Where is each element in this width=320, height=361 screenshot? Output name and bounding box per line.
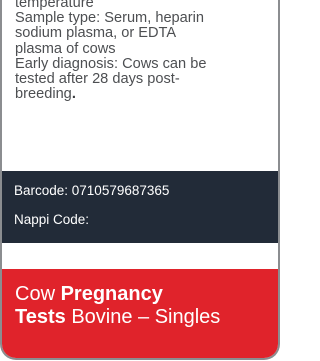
product-description: temperature Sample type: Serum, heparin … [15,0,273,102]
description-line: sodium plasma, or EDTA [15,25,177,42]
title-word-bold: Tests [15,306,66,328]
description-line-text: breeding [15,86,72,103]
description-last-line: breeding. [15,87,273,102]
barcode-label: Barcode: 0710579687365 [14,183,170,198]
description-period: . [71,86,76,103]
product-title-line-2: Tests Bovine – Singles [15,306,220,328]
description-line: tested after 28 days post- [15,71,180,88]
title-word-regular: Cow [15,283,61,305]
product-info-panel: Barcode: 0710579687365 Nappi Code: [2,171,278,243]
title-word-regular: Bovine – Singles [65,306,221,328]
nappi-code-label: Nappi Code: [14,212,90,227]
product-title-line-1: Cow Pregnancy [15,283,163,305]
description-line: plasma of cows [15,40,116,57]
description-line: Early diagnosis: Cows can be [15,55,207,72]
title-word-bold: Pregnancy [60,283,163,305]
product-title-banner: Cow Pregnancy Tests Bovine – Singles [2,269,278,358]
description-line: Sample type: Serum, heparin [15,10,205,27]
product-card: temperature Sample type: Serum, heparin … [0,0,280,360]
